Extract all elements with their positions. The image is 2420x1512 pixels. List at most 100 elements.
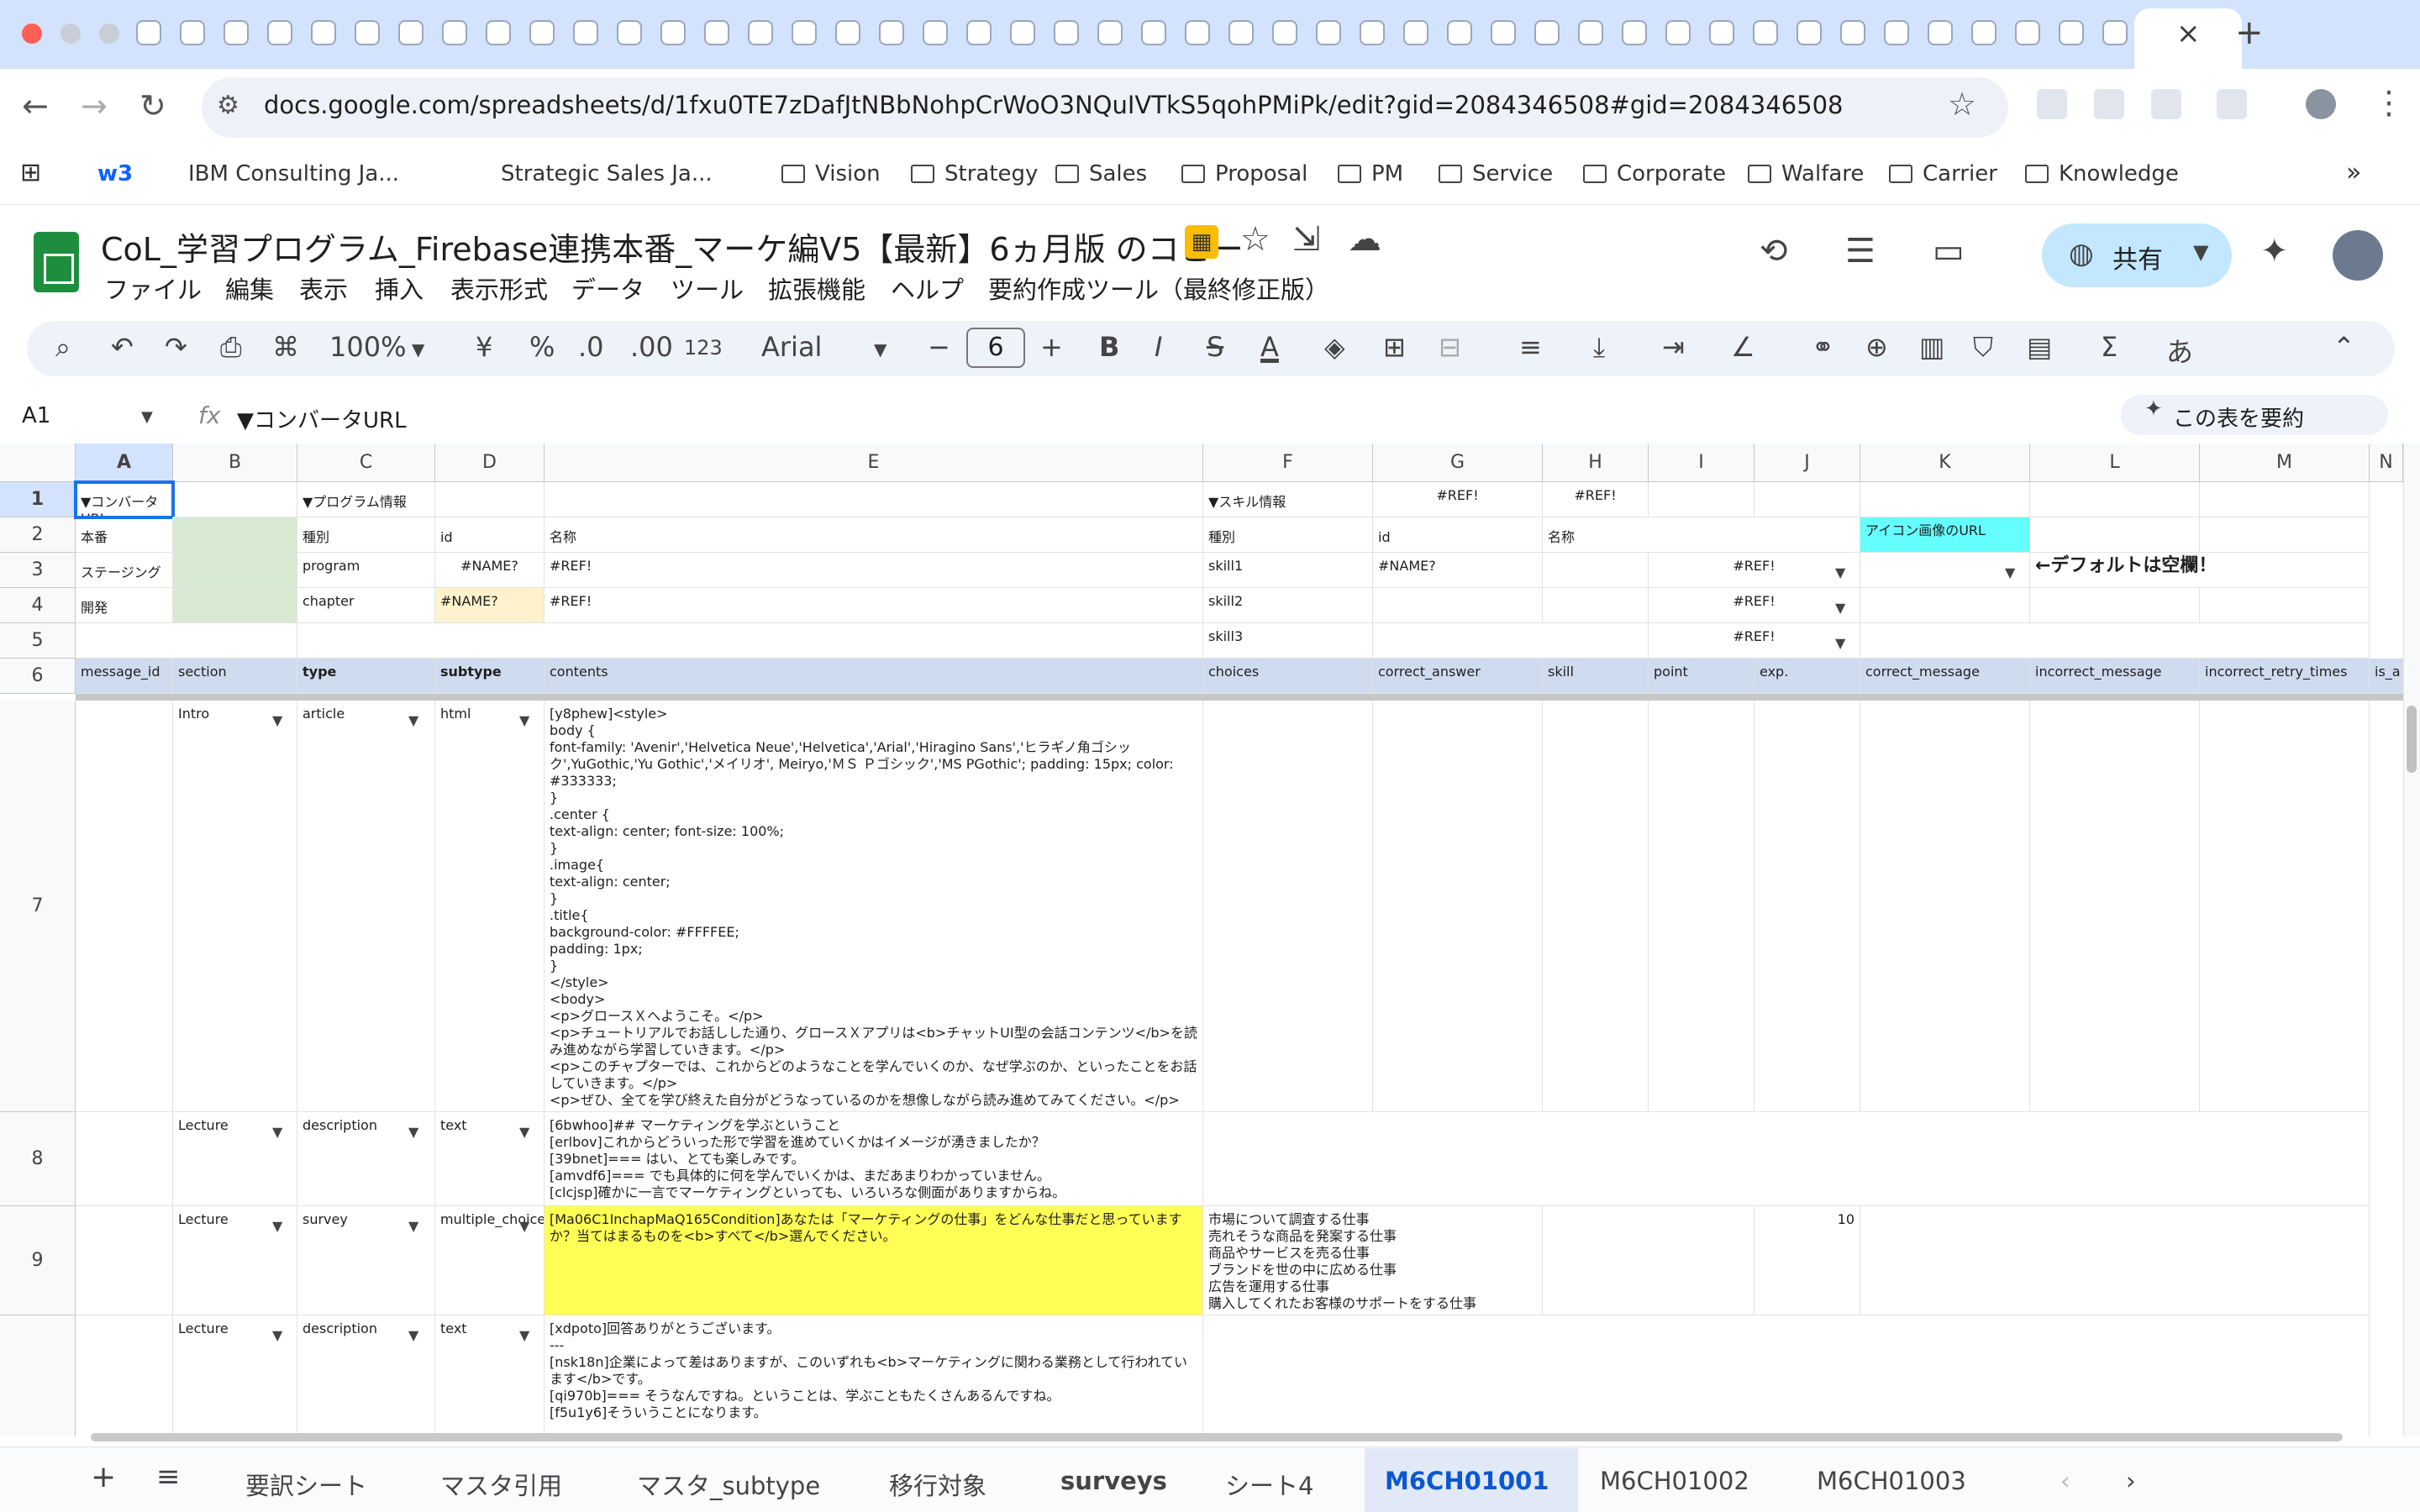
dropdown-chevron-icon[interactable]: ▼ (272, 1327, 282, 1343)
more-bookmarks-icon[interactable]: » (2346, 158, 2361, 187)
cell-h1[interactable]: #REF! (1543, 482, 1649, 517)
font-size-decrease-button[interactable]: − (928, 331, 950, 363)
new-tab-button[interactable]: + (2235, 13, 2264, 52)
cell-l4[interactable] (2030, 588, 2200, 623)
dropdown-chevron-icon[interactable]: ▼ (1835, 600, 1845, 616)
close-window-button[interactable] (22, 24, 42, 44)
borders-icon[interactable]: ⊞ (1383, 331, 1406, 363)
extension-icon[interactable] (2094, 89, 2124, 119)
tab-favicon[interactable] (1797, 20, 1822, 45)
dropdown-chevron-icon[interactable]: ▼ (1835, 635, 1845, 651)
cell-k4[interactable] (1860, 588, 2030, 623)
site-info-icon[interactable]: ⚙ (217, 91, 239, 120)
cell-i7[interactable] (1649, 701, 1754, 1112)
cell-m1[interactable] (2200, 482, 2370, 517)
cell-f3[interactable]: skill1 (1203, 553, 1373, 588)
tab-favicon[interactable] (311, 20, 336, 45)
undo-icon[interactable]: ↶ (111, 331, 134, 363)
tab-favicon[interactable] (660, 20, 686, 45)
cell-f5[interactable]: skill3 (1203, 623, 1373, 659)
reload-icon[interactable]: ↻ (139, 87, 166, 124)
cell-h4[interactable] (1543, 588, 1649, 623)
cell-i4[interactable]: #REF! (1649, 588, 1860, 623)
cell-c7[interactable]: article (297, 701, 435, 1112)
cell-h3[interactable] (1543, 553, 1649, 588)
bookmark-strategy[interactable]: Strategy (911, 161, 1038, 186)
decrease-decimal-button[interactable]: .0 (578, 331, 604, 363)
font-size-increase-button[interactable]: + (1040, 331, 1063, 363)
header-incorrect-message[interactable]: incorrect_message (2030, 659, 2200, 694)
all-sheets-button[interactable]: ≡ (156, 1460, 181, 1494)
header-contents[interactable]: contents (544, 659, 1203, 694)
tab-favicon[interactable] (398, 20, 424, 45)
row-header-8[interactable]: 8 (0, 1112, 76, 1206)
merge-cells-icon[interactable]: ⊟ (1439, 331, 1461, 363)
tab-favicon[interactable] (1622, 20, 1647, 45)
cell-f4[interactable]: skill2 (1203, 588, 1373, 623)
cell-k2[interactable]: アイコン画像のURL (1860, 517, 2030, 553)
dropdown-chevron-icon[interactable]: ▼ (519, 1124, 529, 1140)
dropdown-chevron-icon[interactable]: ▼ (272, 1218, 282, 1234)
strikethrough-button[interactable]: S (1207, 331, 1223, 363)
menu-extensions[interactable]: 拡張機能 (768, 270, 865, 306)
cell-k9-range[interactable] (1860, 1206, 2370, 1315)
column-header-l[interactable]: L (2030, 444, 2200, 482)
tab-favicon[interactable] (1054, 20, 1079, 45)
chart-badge-icon[interactable]: ▦ (1185, 225, 1218, 259)
dropdown-chevron-icon[interactable]: ▼ (272, 1124, 282, 1140)
cell-e10[interactable]: [xdpoto]回答ありがとうございます。 --- [nsk18n]企業によって… (544, 1315, 1203, 1436)
print-icon[interactable]: ⎙ (220, 331, 242, 364)
cell-c3[interactable]: program (297, 553, 435, 588)
functions-button[interactable]: Σ (2101, 331, 2118, 363)
horizontal-align-icon[interactable]: ≡ (1519, 331, 1542, 363)
tab-favicon[interactable] (224, 20, 249, 45)
horizontal-scroll-thumb[interactable] (91, 1433, 2343, 1441)
column-header-m[interactable]: M (2200, 444, 2370, 482)
tab-favicon[interactable] (1097, 20, 1123, 45)
tab-favicon[interactable] (835, 20, 860, 45)
tab-favicon[interactable] (879, 20, 904, 45)
user-avatar[interactable] (2333, 230, 2383, 281)
row-header-3[interactable]: 3 (0, 553, 76, 588)
cell-f7[interactable] (1203, 701, 1373, 1112)
tab-favicon[interactable] (1753, 20, 1778, 45)
row-header-6[interactable]: 6 (0, 659, 76, 694)
cell-a7[interactable] (76, 701, 173, 1112)
cell-d2[interactable]: id (435, 517, 544, 553)
tab-favicon[interactable] (1491, 20, 1516, 45)
cell-a2[interactable]: 本番 (76, 517, 173, 553)
cell-c4[interactable]: chapter (297, 588, 435, 623)
column-header-g[interactable]: G (1373, 444, 1543, 482)
bookmark-vision[interactable]: Vision (781, 161, 881, 186)
tab-favicon[interactable] (2015, 20, 2040, 45)
freeze-divider[interactable] (76, 694, 2403, 701)
apps-grid-icon[interactable]: ⊞ (20, 158, 41, 187)
cell-g2[interactable]: id (1373, 517, 1543, 553)
bookmark-proposal[interactable]: Proposal (1181, 161, 1307, 186)
sheet-tab-master-quote[interactable]: マスタ引用 (440, 1467, 562, 1502)
zoom-dropdown-icon[interactable]: ▼ (412, 339, 424, 360)
cell-c1[interactable]: ▼プログラム情報 (297, 482, 435, 517)
cell-e3[interactable]: #REF! (544, 553, 1203, 588)
back-icon[interactable]: ← (22, 87, 49, 124)
url-text[interactable]: docs.google.com/spreadsheets/d/1fxu0TE7z… (264, 91, 1844, 119)
cell-b3[interactable] (173, 553, 297, 588)
cell-k1[interactable] (1860, 482, 2030, 517)
meet-camera-icon[interactable]: ▭ (1933, 232, 1965, 270)
close-tab-icon[interactable]: × (2176, 17, 2201, 50)
dropdown-chevron-icon[interactable]: ▼ (2005, 564, 2015, 580)
bookmark-sales[interactable]: Sales (1055, 161, 1147, 186)
column-header-f[interactable]: F (1203, 444, 1373, 482)
tab-favicon[interactable] (1709, 20, 1734, 45)
tab-favicon[interactable] (1884, 20, 1909, 45)
percent-format-button[interactable]: % (529, 331, 555, 363)
select-all-corner[interactable] (0, 444, 76, 482)
gemini-icon[interactable]: ✦ (2260, 232, 2289, 270)
text-rotation-icon[interactable]: ∠ (1731, 331, 1755, 363)
tab-favicon[interactable] (1534, 20, 1560, 45)
dropdown-chevron-icon[interactable]: ▼ (1835, 564, 1845, 580)
menu-view[interactable]: 表示 (299, 270, 348, 306)
cell-l1[interactable] (2030, 482, 2200, 517)
header-section[interactable]: section (173, 659, 297, 694)
bookmark-pm[interactable]: PM (1338, 161, 1403, 186)
